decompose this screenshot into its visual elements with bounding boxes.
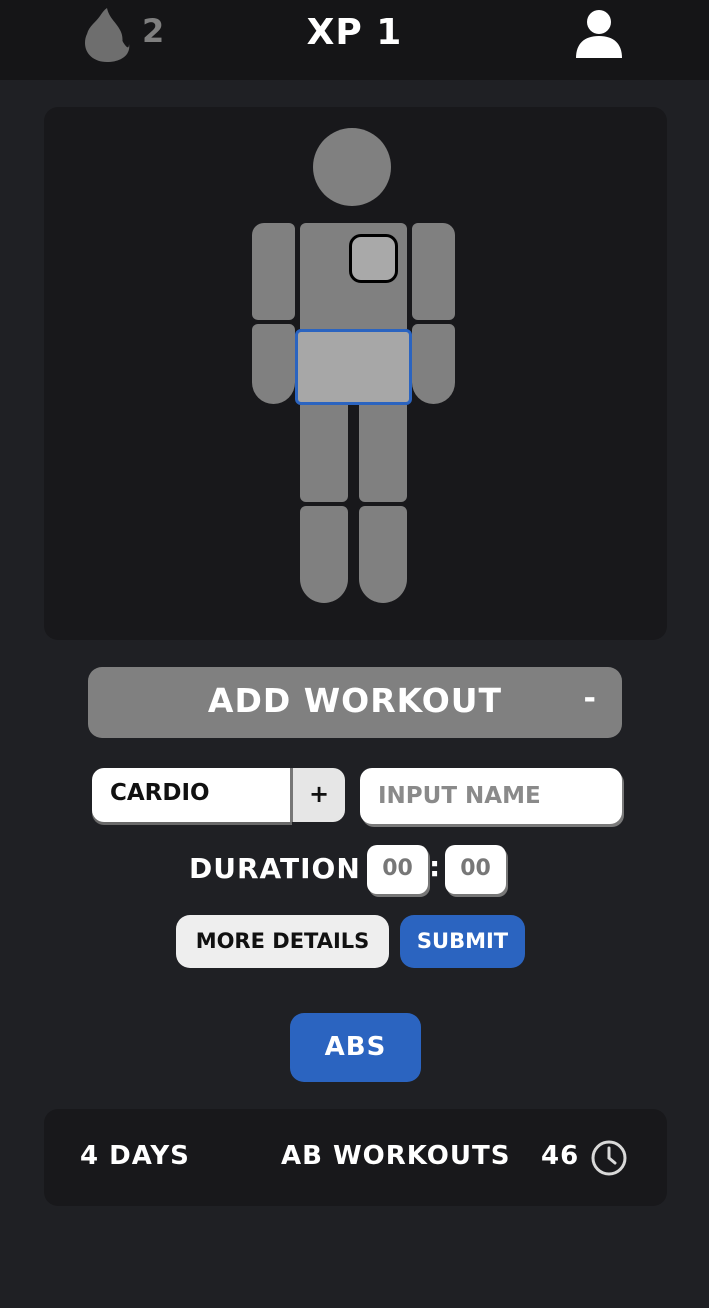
submit-button[interactable]: SUBMIT xyxy=(400,915,525,968)
add-workout-title: ADD WORKOUT xyxy=(207,681,503,720)
more-details-button[interactable]: MORE DETAILS xyxy=(176,915,389,968)
duration-separator: : xyxy=(429,850,441,883)
duration-minutes-input[interactable]: 00 xyxy=(367,845,428,894)
stats-title: AB WORKOUTS xyxy=(281,1141,511,1171)
body-part-right-forearm[interactable] xyxy=(412,324,455,404)
duration-label: DURATION xyxy=(189,852,361,885)
top-bar: 2 XP 1 xyxy=(0,0,709,80)
body-part-right-shin[interactable] xyxy=(359,506,407,603)
workout-type-select[interactable]: CARDIO xyxy=(92,768,292,822)
body-part-head[interactable] xyxy=(313,128,391,206)
body-part-abs-selected[interactable] xyxy=(295,329,412,405)
user-icon[interactable] xyxy=(574,8,624,60)
body-part-heart-target[interactable] xyxy=(349,234,398,283)
body-part-right-thigh[interactable] xyxy=(359,405,407,502)
category-abs-button[interactable]: ABS xyxy=(290,1013,421,1082)
stats-days: 4 DAYS xyxy=(80,1141,190,1171)
stats-count: 46 xyxy=(541,1141,580,1171)
body-part-left-upper-arm[interactable] xyxy=(252,223,295,320)
add-type-button[interactable]: + xyxy=(290,768,345,822)
add-workout-header[interactable]: ADD WORKOUT - xyxy=(88,667,622,738)
body-part-left-thigh[interactable] xyxy=(300,405,348,502)
workout-type-value: CARDIO xyxy=(110,780,210,806)
collapse-button[interactable]: - xyxy=(584,681,596,716)
clock-icon xyxy=(591,1140,627,1176)
body-part-left-shin[interactable] xyxy=(300,506,348,603)
body-part-right-upper-arm[interactable] xyxy=(412,223,455,320)
workout-name-input[interactable] xyxy=(360,768,622,824)
duration-seconds-input[interactable]: 00 xyxy=(445,845,506,894)
body-part-left-forearm[interactable] xyxy=(252,324,295,404)
